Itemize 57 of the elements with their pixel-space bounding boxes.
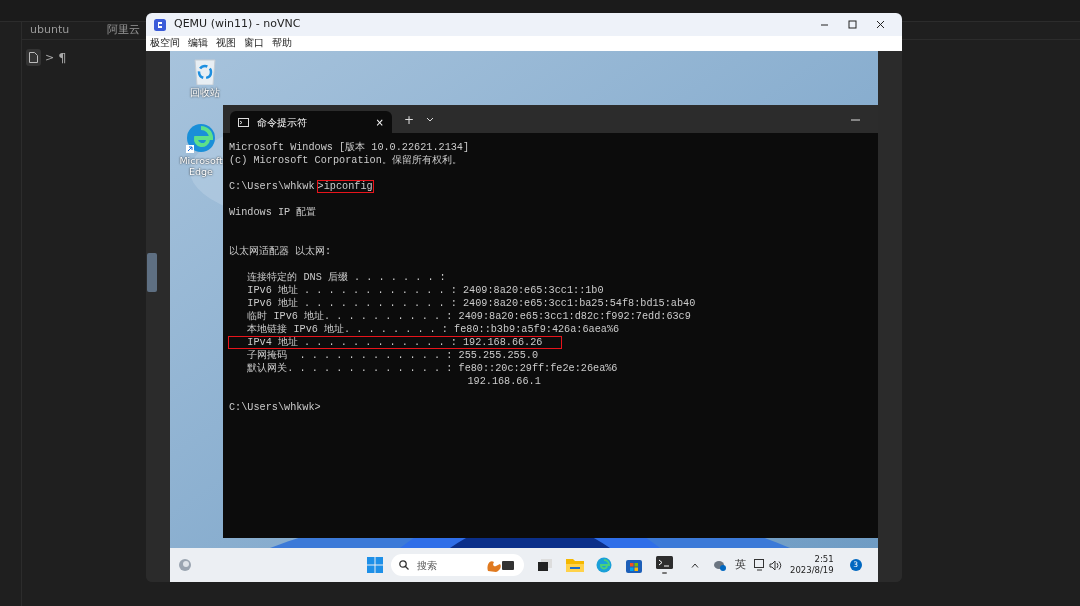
tab-close-button[interactable]: × — [375, 114, 384, 130]
folder-icon[interactable] — [566, 558, 584, 572]
input-method-indicator[interactable]: 英 — [735, 556, 746, 574]
host-tab[interactable]: 阿里云 — [107, 22, 141, 39]
terminal-line: IPv6 地址 . . . . . . . . . . . . : 2409:8a20:e65:3cc1:ba25:54f8:bd15:ab40 — [246, 298, 696, 309]
sidebar-handle[interactable] — [147, 253, 157, 292]
terminal-line: 子网掩码 . . . . . . . . . . . . : 255.255.255.0 — [246, 350, 538, 361]
breadcrumb-item[interactable]: ¶ — [58, 48, 67, 68]
edge-icon[interactable] — [186, 123, 216, 153]
cloud-icon[interactable] — [713, 559, 727, 571]
console-icon — [238, 117, 249, 127]
clock-time[interactable]: 2:51 — [790, 554, 834, 565]
store-icon[interactable] — [626, 557, 642, 573]
menu-item[interactable]: 窗口 — [244, 36, 264, 51]
menu-item[interactable]: 极空间 — [150, 36, 180, 51]
menu-item[interactable]: 帮助 — [272, 36, 292, 51]
terminal-tab[interactable]: 命令提示符 × — [230, 111, 392, 133]
edge-icon[interactable] — [596, 557, 612, 573]
desktop-icon-label: 回收站 — [189, 87, 221, 98]
maximize-icon[interactable] — [847, 20, 857, 29]
search-field[interactable]: 搜索 — [391, 554, 524, 576]
terminal-line: 192.168.66.1 — [466, 376, 541, 387]
highlighted-text: >ipconfig — [317, 181, 373, 192]
window-title: QEMU (win11) - noVNC — [174, 16, 301, 33]
dropdown-icon[interactable] — [426, 117, 435, 123]
file-icon[interactable] — [26, 49, 41, 67]
tab-title[interactable]: 命令提示符 — [257, 114, 368, 130]
start-icon[interactable] — [367, 557, 383, 573]
terminal-line: C:\Users\whkwk> — [229, 402, 321, 413]
new-tab-button[interactable]: + — [404, 111, 415, 129]
terminal-line: C:\Users\whkwk — [229, 181, 315, 192]
clock-date[interactable]: 2023/8/19 — [790, 565, 834, 576]
menu-item[interactable]: 视图 — [216, 36, 236, 51]
search-icon — [399, 560, 409, 570]
terminal-line: 默认网关. . . . . . . . . . . . . : fe80::20c:29ff:fe2e:26ea%6 — [246, 363, 618, 374]
close-icon[interactable] — [875, 20, 885, 29]
minimize-icon[interactable] — [851, 119, 860, 122]
terminal-line: 连接特定的 DNS 后缀 . . . . . . . : — [246, 272, 446, 283]
recycle-bin-icon[interactable] — [192, 57, 218, 85]
task-view-icon[interactable] — [538, 559, 552, 571]
chevron-up-icon[interactable] — [691, 562, 699, 568]
terminal-icon[interactable] — [656, 556, 673, 574]
network-icon[interactable] — [754, 559, 766, 571]
host-tab[interactable]: ubuntu — [30, 22, 70, 39]
terminal-line: 本地链接 IPv6 地址. . . . . . . . : fe80::b3b9:a5f9:426a:6aea%6 — [246, 324, 620, 335]
terminal-line: Windows IP 配置 — [229, 207, 317, 218]
terminal-line: 以太网适配器 以太网: — [229, 246, 332, 257]
app-logo-icon — [154, 18, 166, 31]
terminal-line: Microsoft Windows [版本 10.0.22621.2134] — [229, 142, 470, 153]
terminal-line: IPv6 地址 . . . . . . . . . . . . : 2409:8a20:e65:3cc1::1b0 — [246, 285, 604, 296]
terminal-line: (c) Microsoft Corporation。保留所有权利。 — [229, 155, 462, 166]
desktop-icon-label: Microsoft Edge — [178, 155, 224, 177]
highlighted-text: IPv4 地址 . . . . . . . . . . . . : 192.168.66.26 — [229, 337, 561, 348]
menu-item[interactable]: 编辑 — [188, 36, 208, 51]
breadcrumb-separator: > — [45, 49, 55, 66]
terminal-line: 临时 IPv6 地址. . . . . . . . . . : 2409:8a20:e65:3cc1:d82c:f992:7edd:63c9 — [246, 311, 691, 322]
speaker-icon[interactable] — [769, 559, 782, 571]
